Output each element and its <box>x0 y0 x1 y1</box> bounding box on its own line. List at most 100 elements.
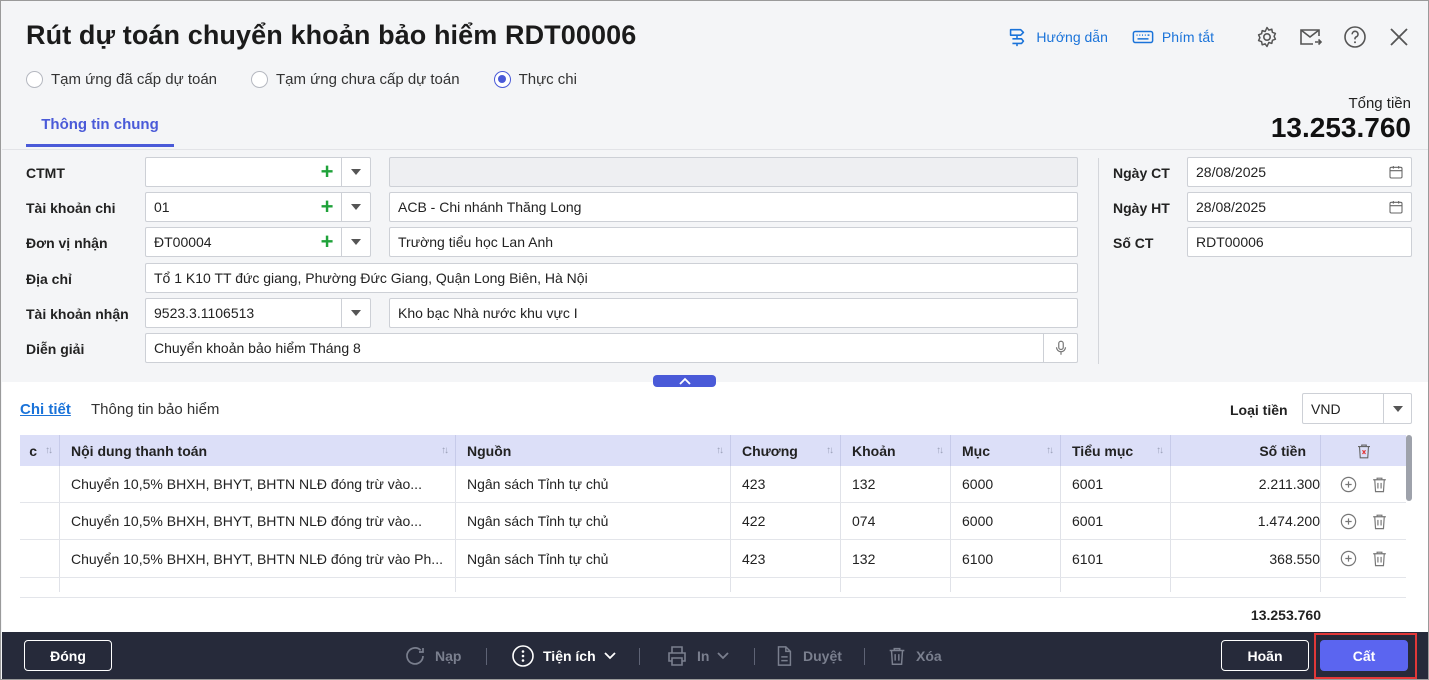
ctmt-name-field <box>389 157 1078 187</box>
radio-advance-unallocated[interactable]: Tạm ứng chưa cấp dự toán <box>251 71 460 88</box>
utilities-menu[interactable]: Tiện ích <box>511 643 616 669</box>
cell-chapter: 423 <box>731 540 841 577</box>
dia-chi-field[interactable]: Tổ 1 K10 TT đức giang, Phường Đức Giang,… <box>145 263 1078 293</box>
tab-general-info[interactable]: Thông tin chung <box>26 105 174 147</box>
col-header-content[interactable]: Nội dung thanh toán ↑↓ <box>60 435 456 466</box>
ngay-ht-field[interactable]: 28/08/2025 <box>1187 192 1412 222</box>
don-vi-dropdown[interactable] <box>341 228 370 256</box>
sort-icon[interactable]: ↑↓ <box>716 445 724 456</box>
sort-icon[interactable]: ↑↓ <box>826 445 834 456</box>
page-title: Rút dự toán chuyển khoản bảo hiểm RDT000… <box>26 20 637 50</box>
sort-icon[interactable]: ↑↓ <box>45 445 53 456</box>
col-header-amount[interactable]: Số tiền <box>1171 435 1321 466</box>
tk-nhan-name-field[interactable]: Kho bạc Nhà nước khu vực I <box>389 298 1078 328</box>
email-button[interactable] <box>1296 22 1326 52</box>
col-header-section[interactable]: Khoản ↑↓ <box>841 435 951 466</box>
cell-amount <box>1171 578 1321 592</box>
col-header-label: Mục <box>962 442 990 459</box>
add-row-icon[interactable] <box>1339 475 1358 494</box>
settings-button[interactable] <box>1252 22 1282 52</box>
radio-actual-expense[interactable]: Thực chi <box>493 71 577 88</box>
ngay-ht-calendar[interactable] <box>1381 193 1411 221</box>
guide-label: Hướng dẫn <box>1036 29 1108 45</box>
grid-scrollbar[interactable] <box>1406 435 1412 501</box>
approve-button[interactable]: Duyệt <box>773 643 842 669</box>
col-header-subitem[interactable]: Tiểu mục ↑↓ <box>1061 435 1171 466</box>
tk-chi-dropdown[interactable] <box>341 193 370 221</box>
radio-circle[interactable] <box>493 71 511 88</box>
approve-label: Duyệt <box>803 648 842 664</box>
print-menu[interactable]: In <box>665 643 730 669</box>
cancel-button[interactable]: Hoãn <box>1221 640 1309 671</box>
payment-type-group: Tạm ứng đã cấp dự toán Tạm ứng chưa cấp … <box>26 71 577 88</box>
ngay-ct-calendar[interactable] <box>1381 158 1411 186</box>
col-header-source[interactable]: Nguồn ↑↓ <box>456 435 731 466</box>
microphone-button[interactable] <box>1043 334 1077 362</box>
trash-icon[interactable] <box>1370 549 1389 568</box>
sort-icon[interactable]: ↑↓ <box>1156 445 1164 456</box>
tab-insurance-info[interactable]: Thông tin bảo hiểm <box>91 401 219 418</box>
col-header-item[interactable]: Mục ↑↓ <box>951 435 1061 466</box>
close-button[interactable] <box>1384 22 1414 52</box>
collapse-form-button[interactable] <box>653 375 716 387</box>
shortcut-button[interactable]: Phím tắt <box>1132 26 1214 48</box>
ngay-ct-field[interactable]: 28/08/2025 <box>1187 157 1412 187</box>
tk-chi-field[interactable]: 01 + <box>145 192 371 222</box>
so-ct-field[interactable]: RDT00006 <box>1187 227 1412 257</box>
cell-c <box>20 540 60 577</box>
cell-subitem: 6001 <box>1061 503 1171 539</box>
chevron-down-icon <box>1392 405 1403 412</box>
sort-icon[interactable]: ↑↓ <box>441 445 449 456</box>
footer-toolbar: Đóng Nạp Tiện ích In Duyệt Xóa Hoãn Cất <box>2 632 1428 679</box>
col-header-c[interactable]: c ↑↓ <box>20 435 60 466</box>
toolbar-separator <box>864 648 865 665</box>
table-row[interactable]: Chuyển 10,5% BHXH, BHYT, BHTN NLĐ đóng t… <box>20 503 1406 540</box>
radio-advance-allocated[interactable]: Tạm ứng đã cấp dự toán <box>26 71 217 88</box>
row-actions <box>1321 540 1406 577</box>
don-vi-field[interactable]: ĐT00004 + <box>145 227 371 257</box>
close-icon <box>1390 28 1408 46</box>
shortcut-label: Phím tắt <box>1161 29 1214 45</box>
guide-button[interactable]: Hướng dẫn <box>1006 26 1108 48</box>
add-unit-icon[interactable]: + <box>313 228 341 256</box>
tk-nhan-label: Tài khoản nhận <box>26 306 129 322</box>
cell-section: 132 <box>841 466 951 502</box>
ctmt-field[interactable]: + <box>145 157 371 187</box>
tk-nhan-name: Kho bạc Nhà nước khu vực I <box>398 305 578 321</box>
don-vi-name-field[interactable]: Trường tiểu học Lan Anh <box>389 227 1078 257</box>
delete-all-button[interactable] <box>1321 435 1406 466</box>
trash-icon[interactable] <box>1370 512 1389 531</box>
radio-circle[interactable] <box>26 71 43 88</box>
trash-icon <box>889 647 905 665</box>
tk-nhan-dropdown[interactable] <box>341 299 370 327</box>
delete-button[interactable]: Xóa <box>886 643 942 669</box>
add-account-icon[interactable]: + <box>313 193 341 221</box>
col-header-chapter[interactable]: Chương ↑↓ <box>731 435 841 466</box>
dia-chi-label: Địa chỉ <box>26 271 72 287</box>
add-row-icon[interactable] <box>1339 512 1358 531</box>
add-row-icon[interactable] <box>1339 549 1358 568</box>
cell-content: Chuyển 10,5% BHXH, BHYT, BHTN NLĐ đóng t… <box>60 540 456 577</box>
table-row[interactable]: Chuyển 10,5% BHXH, BHYT, BHTN NLĐ đóng t… <box>20 466 1406 503</box>
tk-nhan-field[interactable]: 9523.3.1106513 <box>145 298 371 328</box>
table-row[interactable]: Chuyển 10,5% BHXH, BHYT, BHTN NLĐ đóng t… <box>20 540 1406 578</box>
currency-dropdown[interactable] <box>1383 394 1411 423</box>
radio-circle[interactable] <box>251 71 269 88</box>
sort-icon[interactable]: ↑↓ <box>1046 445 1054 456</box>
chevron-down-icon <box>351 204 361 210</box>
add-ctmt-icon[interactable]: + <box>313 158 341 186</box>
dien-giai-field[interactable]: Chuyển khoản bảo hiểm Tháng 8 <box>145 333 1078 363</box>
cell-subitem: 6001 <box>1061 466 1171 502</box>
close-dialog-button[interactable]: Đóng <box>24 640 112 671</box>
help-button[interactable] <box>1340 22 1370 52</box>
currency-select[interactable]: VND <box>1302 393 1412 424</box>
ctmt-dropdown[interactable] <box>341 158 370 186</box>
reload-button[interactable]: Nạp <box>403 643 461 669</box>
don-vi-label: Đơn vị nhận <box>26 235 108 251</box>
tab-detail[interactable]: Chi tiết <box>20 401 71 418</box>
dia-chi-value: Tổ 1 K10 TT đức giang, Phường Đức Giang,… <box>154 270 588 286</box>
chevron-down-icon <box>717 652 730 660</box>
trash-icon[interactable] <box>1370 475 1389 494</box>
tk-chi-name-field[interactable]: ACB - Chi nhánh Thăng Long <box>389 192 1078 222</box>
sort-icon[interactable]: ↑↓ <box>936 445 944 456</box>
